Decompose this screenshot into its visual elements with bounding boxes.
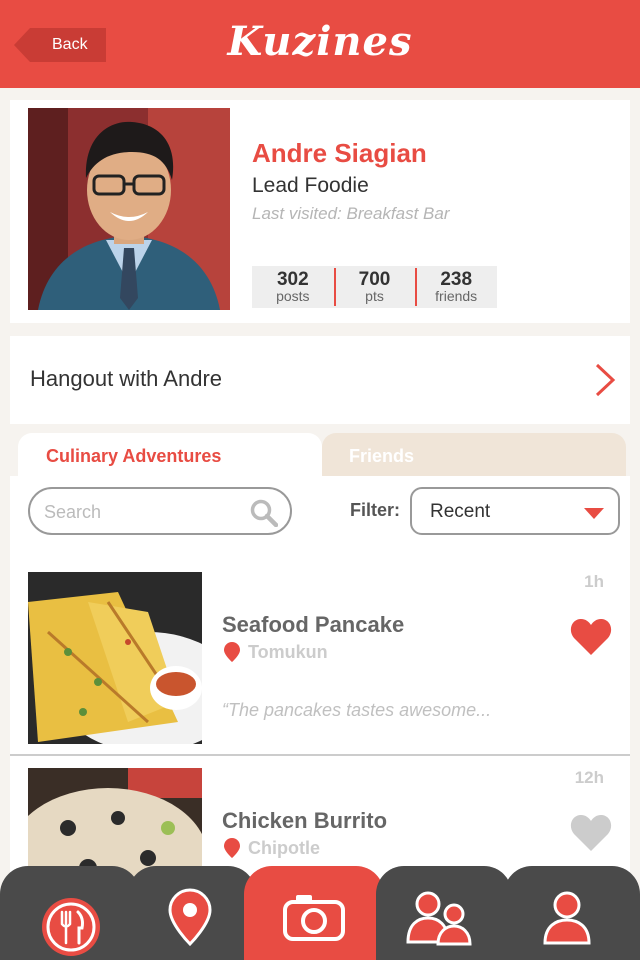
heart-icon[interactable] xyxy=(570,814,612,852)
post-title: Chicken Burrito xyxy=(222,808,388,833)
list-divider xyxy=(10,754,630,756)
friends-icon xyxy=(406,891,472,946)
tab-culinary-adventures[interactable]: Culinary Adventures xyxy=(18,433,322,479)
stat-posts-value: 302 xyxy=(276,269,309,290)
filter-select[interactable]: Recent xyxy=(410,487,620,535)
user-icon xyxy=(543,891,591,945)
hangout-label: Hangout with Andre xyxy=(30,366,223,391)
search-icon[interactable] xyxy=(250,499,278,527)
post-time: 1h xyxy=(584,572,604,591)
hangout-row[interactable]: Hangout with Andre xyxy=(10,336,630,424)
location-pin-icon xyxy=(224,838,240,858)
profile-photo xyxy=(28,108,230,310)
tab-friends[interactable]: Friends xyxy=(322,433,626,479)
bottom-nav xyxy=(0,866,640,960)
app-logo: Kuzines xyxy=(227,18,413,65)
map-pin-icon xyxy=(168,888,212,947)
tab-culinary-adventures-label: Culinary Adventures xyxy=(46,446,222,466)
post-item[interactable]: 1h Seafood Pancake Tomukun “The pancakes… xyxy=(10,572,630,758)
nav-tab-profile[interactable] xyxy=(504,866,640,960)
profile-role: Lead Foodie xyxy=(252,174,369,197)
profile-stats: 302 posts 700 pts 238 friends xyxy=(252,266,497,308)
stat-points-value: 700 xyxy=(358,269,391,290)
stat-points-label: pts xyxy=(365,288,384,304)
app-header: Back Kuzines xyxy=(0,0,640,88)
heart-icon[interactable] xyxy=(570,618,612,656)
stat-posts[interactable]: 302 posts xyxy=(252,266,334,308)
post-location-label: Chipotle xyxy=(248,838,320,858)
post-quote: “The pancakes tastes awesome... xyxy=(222,700,492,720)
tab-friends-label: Friends xyxy=(349,446,415,466)
stat-posts-label: posts xyxy=(276,288,310,304)
post-location[interactable]: Tomukun xyxy=(224,642,328,662)
post-location-label: Tomukun xyxy=(248,642,328,662)
last-visited: Last visited: Breakfast Bar xyxy=(252,204,450,223)
nav-tab-friends[interactable] xyxy=(376,866,512,960)
profile-name: Andre Siagian xyxy=(252,138,427,168)
camera-icon xyxy=(283,895,345,941)
stat-friends-value: 238 xyxy=(440,269,473,290)
stat-points[interactable]: 700 pts xyxy=(333,266,416,308)
nav-tab-restaurants[interactable] xyxy=(0,866,140,960)
stat-friends[interactable]: 238 friends xyxy=(415,266,497,308)
search-box xyxy=(28,487,292,535)
profile-card: Andre Siagian Lead Foodie Last visited: … xyxy=(10,100,630,323)
post-location[interactable]: Chipotle xyxy=(224,838,320,858)
search-input[interactable] xyxy=(44,499,244,525)
post-photo xyxy=(28,572,202,744)
post-title: Seafood Pancake xyxy=(222,612,405,637)
filter-selected-value: Recent xyxy=(430,501,491,522)
post-time: 12h xyxy=(574,768,604,787)
location-pin-icon xyxy=(224,642,240,662)
chevron-right-icon xyxy=(595,363,616,397)
nav-tab-camera[interactable] xyxy=(244,866,384,960)
filter-label: Filter: xyxy=(350,500,401,520)
stat-friends-label: friends xyxy=(435,288,478,304)
fork-knife-icon xyxy=(42,898,100,956)
nav-tab-places[interactable] xyxy=(128,866,256,960)
caret-down-icon xyxy=(584,508,604,519)
